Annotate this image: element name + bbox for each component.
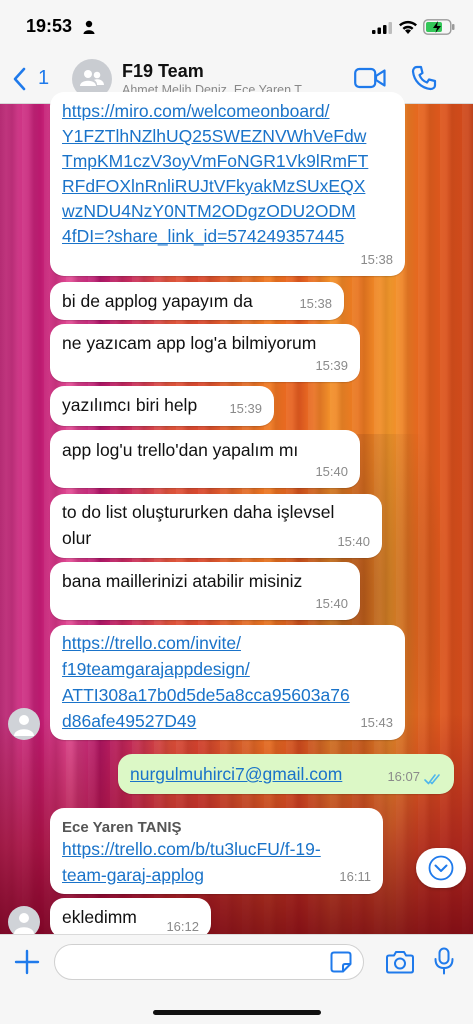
home-indicator [153, 1010, 321, 1015]
user-avatar-icon [14, 715, 34, 736]
back-button[interactable]: 1 [12, 66, 52, 92]
status-time: 19:53 [26, 16, 73, 36]
link-line: https://trello.com/invite/ [62, 633, 241, 653]
link-line: ATTI308a17b0d5de5a8cca95603a76 [62, 685, 350, 705]
message-bubble[interactable]: bi de applog yapayım da 15:38 [50, 282, 344, 320]
message-time: 15:39 [315, 358, 348, 373]
microphone-icon[interactable] [434, 947, 454, 975]
message-input[interactable] [54, 944, 364, 980]
link-line: team-garaj-applog [62, 865, 205, 885]
sticker-icon[interactable] [330, 951, 352, 973]
message-line: olur [62, 528, 92, 548]
plus-icon[interactable] [14, 949, 40, 975]
video-call-icon[interactable] [354, 67, 386, 89]
chevron-down-circle-icon [428, 855, 454, 881]
message-time: 16:11 [339, 869, 371, 884]
person-icon [83, 20, 95, 34]
battery-charging-icon [423, 19, 455, 35]
message-text: ekledimm [62, 907, 137, 927]
message-bubble[interactable]: ekledimm 16:12 [50, 898, 211, 938]
status-bar: 19:53 [0, 0, 473, 52]
message-link[interactable]: https://trello.com/b/tu3lucFU/f-19- team… [62, 838, 321, 887]
link-line: Y1FZTlhNZlhUQ25SWEZNVWhVeFdw [62, 126, 367, 146]
phone-call-icon[interactable] [411, 65, 437, 91]
message-bubble[interactable]: Ece Yaren TANIŞ https://trello.com/b/tu3… [50, 808, 383, 894]
message-bubble[interactable]: app log'u trello'dan yapalım mı 15:40 [50, 430, 360, 488]
message-bubble[interactable]: bana maillerinizi atabilir misiniz 15:40 [50, 562, 360, 620]
link-line: https://miro.com/welcomeonboard/ [62, 101, 330, 121]
message-text: yazılımcı biri help [62, 395, 198, 415]
back-chevron-icon [13, 67, 26, 91]
message-time: 15:40 [315, 596, 348, 611]
scroll-to-bottom-button[interactable] [416, 848, 466, 888]
message-time: 15:40 [315, 464, 348, 479]
sender-name[interactable]: Ece Yaren TANIŞ [62, 816, 182, 839]
message-bubble[interactable]: https://miro.com/welcomeonboard/ Y1FZTlh… [50, 92, 405, 276]
user-avatar-icon [14, 913, 34, 934]
message-text: ne yazıcam app log'a bilmiyorum [62, 333, 317, 353]
chat-title[interactable]: F19 Team [122, 61, 204, 82]
wifi-icon [399, 20, 417, 34]
message-time: 15:43 [360, 715, 393, 730]
message-bubble-outgoing[interactable]: nurgulmuhirci7@gmail.com 16:07 [118, 754, 454, 794]
message-link[interactable]: https://trello.com/invite/ f19teamgaraja… [62, 632, 350, 733]
link-line: f19teamgarajappdesign/ [62, 659, 250, 679]
camera-icon[interactable] [386, 949, 414, 975]
message-bubble[interactable]: https://trello.com/invite/ f19teamgaraja… [50, 625, 405, 740]
sender-avatar[interactable] [8, 708, 40, 740]
message-bubble[interactable]: to do list oluştururken daha işlevsel ol… [50, 494, 382, 558]
message-time: 15:38 [360, 252, 393, 267]
group-avatar-icon [80, 70, 104, 86]
message-bubble[interactable]: yazılımcı biri help 15:39 [50, 386, 274, 426]
message-time: 15:40 [337, 534, 370, 549]
link-line: 4fDI=?share_link_id=574249357445 [62, 226, 345, 246]
message-time: 15:38 [299, 296, 332, 311]
message-text: bi de applog yapayım da [62, 291, 253, 311]
unread-count: 1 [38, 67, 50, 89]
read-receipt-icon [424, 774, 440, 785]
link-line: wzNDU4NzY0NTM2ODgzODU2ODM [62, 201, 356, 221]
message-time: 16:07 [387, 769, 420, 784]
message-email-link[interactable]: nurgulmuhirci7@gmail.com [130, 763, 342, 786]
message-bubble[interactable]: ne yazıcam app log'a bilmiyorum 15:39 [50, 324, 360, 382]
message-line: to do list oluştururken daha işlevsel [62, 502, 335, 522]
link-line: TmpKM1czV3oyVmFoNGR1Vk9lRmFT [62, 151, 369, 171]
link-line: d86afe49527D49 [62, 711, 197, 731]
cellular-signal-icon [372, 22, 392, 34]
message-input-bar [0, 934, 473, 1024]
link-line: https://trello.com/b/tu3lucFU/f-19- [62, 839, 321, 859]
message-link[interactable]: https://miro.com/welcomeonboard/ Y1FZTlh… [62, 100, 368, 248]
message-text: to do list oluştururken daha işlevsel ol… [62, 501, 334, 550]
message-text: app log'u trello'dan yapalım mı [62, 440, 299, 460]
message-time: 15:39 [229, 401, 262, 416]
message-text: bana maillerinizi atabilir misiniz [62, 571, 303, 591]
link-line: RFdFOXlnRnliRUJtVFkyakMzSUxEQX [62, 176, 366, 196]
